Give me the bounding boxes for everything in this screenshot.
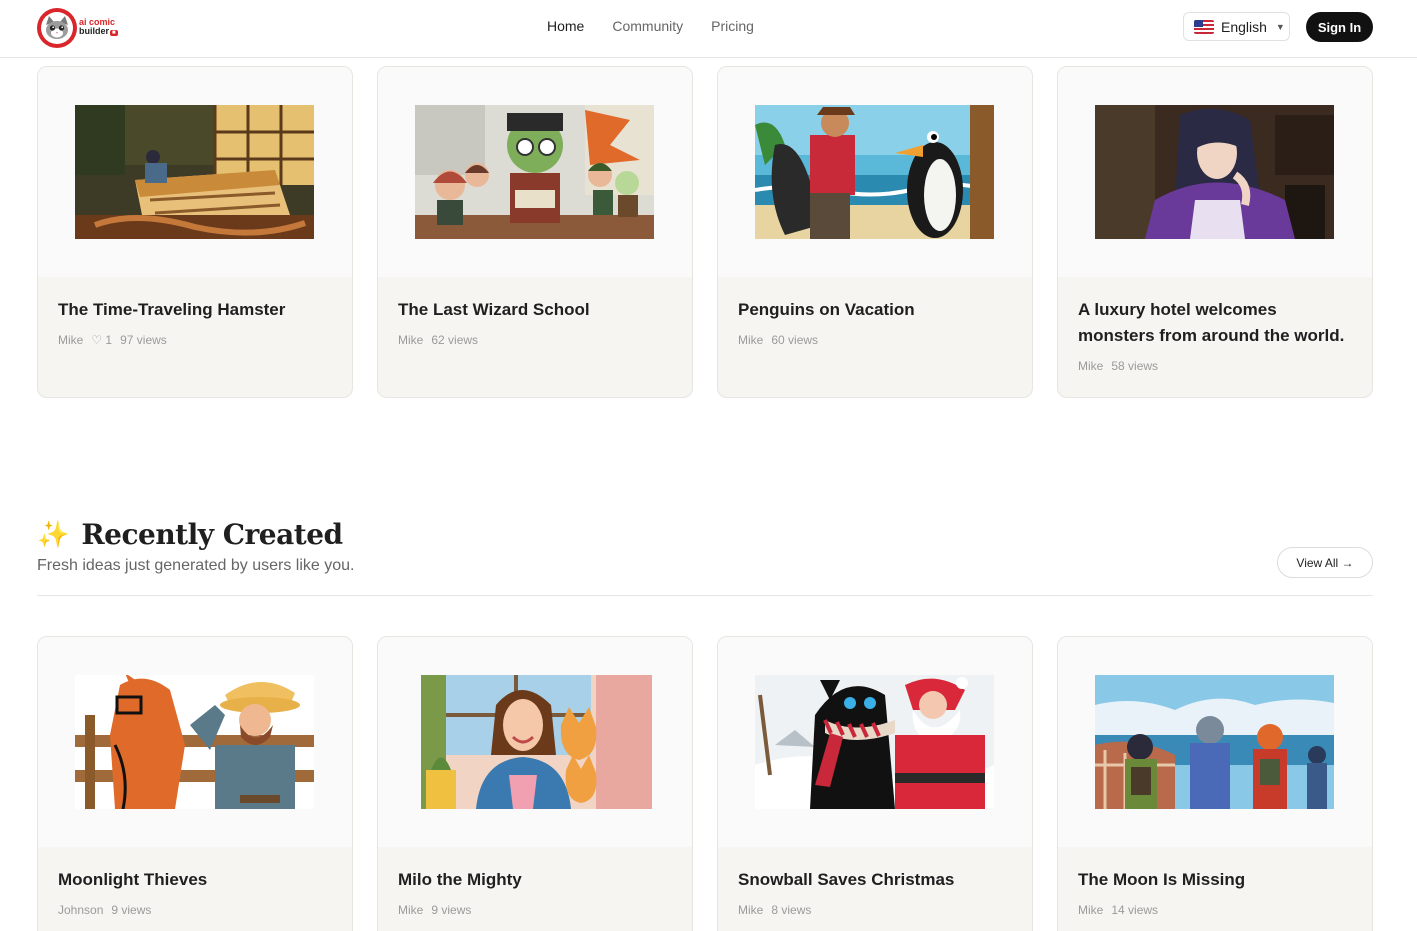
comic-title[interactable]: Milo the Mighty [398,867,672,893]
comic-meta: Mike 60 views [738,333,1012,347]
comic-meta: Johnson 9 views [58,903,332,917]
comic-cover-image[interactable] [415,105,654,239]
view-all-button[interactable]: View All → [1277,547,1373,578]
comic-title[interactable]: The Moon Is Missing [1078,867,1352,893]
comic-cover-image[interactable] [755,675,994,809]
nav-home[interactable]: Home [547,18,584,34]
recent-comics-grid: Moonlight Thieves Johnson 9 views Milo t… [37,636,1373,931]
comic-cover-area [718,67,1032,277]
comic-views: 58 views [1111,359,1159,373]
comic-cover-image[interactable] [1095,105,1334,239]
comic-cover-area [378,637,692,847]
comic-author[interactable]: Mike [738,903,763,917]
logo-tag-icon: ■ [110,30,118,36]
comic-meta: Mike ♡ 1 97 views [58,333,332,347]
comic-cover-area [378,67,692,277]
comic-card[interactable]: Moonlight Thieves Johnson 9 views [37,636,353,931]
language-selector[interactable]: English ▼ [1183,12,1290,41]
section-heading: ✨ Recently Created [37,518,343,551]
comic-cover-area [718,637,1032,847]
comic-title[interactable]: Penguins on Vacation [738,297,1012,323]
featured-comics-grid: The Time-Traveling Hamster Mike ♡ 1 97 v… [37,66,1373,398]
site-logo[interactable]: ai comic builder ■ [37,8,118,48]
comic-likes: ♡ 1 [91,333,113,347]
logo-wordmark: ai comic builder ■ [79,18,118,38]
comic-meta: Mike 14 views [1078,903,1352,917]
sparkle-icon: ✨ [37,519,70,549]
comic-meta: Mike 58 views [1078,359,1352,373]
comic-cover-image[interactable] [421,675,652,809]
comic-cover-image[interactable] [75,675,314,809]
nav-community[interactable]: Community [612,18,683,34]
comic-views: 9 views [111,903,152,917]
comic-views: 9 views [431,903,472,917]
comic-card[interactable]: A luxury hotel welcomes monsters from ar… [1057,66,1373,398]
comic-meta: Mike 62 views [398,333,672,347]
us-flag-icon [1194,19,1214,34]
comic-title[interactable]: Snowball Saves Christmas [738,867,1012,893]
comic-meta: Mike 8 views [738,903,1012,917]
section-subtitle: Fresh ideas just generated by users like… [37,557,355,574]
language-label: English [1221,18,1267,35]
comic-card[interactable]: The Last Wizard School Mike 62 views [377,66,693,398]
comic-views: 8 views [771,903,812,917]
comic-cover-image[interactable] [75,105,314,239]
comic-author[interactable]: Mike [58,333,83,347]
comic-author[interactable]: Mike [398,333,423,347]
comic-title[interactable]: Moonlight Thieves [58,867,332,893]
comic-author[interactable]: Mike [738,333,763,347]
comic-views: 60 views [771,333,819,347]
logo-line-2: builder [79,26,110,36]
comic-card[interactable]: The Moon Is Missing Mike 14 views [1057,636,1373,931]
comic-cover-area [38,637,352,847]
comic-views: 62 views [431,333,479,347]
comic-card[interactable]: Penguins on Vacation Mike 60 views [717,66,1033,398]
comic-author[interactable]: Mike [398,903,423,917]
comic-cover-area [1058,637,1372,847]
comic-card[interactable]: The Time-Traveling Hamster Mike ♡ 1 97 v… [37,66,353,398]
comic-title[interactable]: The Last Wizard School [398,297,672,323]
comic-meta: Mike 9 views [398,903,672,917]
comic-card[interactable]: Snowball Saves Christmas Mike 8 views [717,636,1033,931]
main-nav: Home Community Pricing [547,18,754,34]
section-title: Recently Created [81,518,343,551]
comic-author[interactable]: Mike [1078,903,1103,917]
comic-cover-image[interactable] [1095,675,1334,809]
cat-logo-icon [37,8,77,48]
comic-author[interactable]: Mike [1078,359,1103,373]
nav-pricing[interactable]: Pricing [711,18,754,34]
chevron-down-icon: ▼ [1275,21,1285,32]
comic-cover-area [1058,67,1372,277]
comic-title[interactable]: A luxury hotel welcomes monsters from ar… [1078,297,1352,349]
comic-views: 14 views [1111,903,1159,917]
comic-cover-area [38,67,352,277]
comic-card[interactable]: Milo the Mighty Mike 9 views [377,636,693,931]
comic-views: 97 views [120,333,167,347]
section-divider [37,595,1373,596]
comic-title[interactable]: The Time-Traveling Hamster [58,297,332,323]
sign-in-button[interactable]: Sign In [1306,12,1373,42]
comic-cover-image[interactable] [755,105,994,239]
top-header: ai comic builder ■ Home Community Pricing… [0,0,1417,58]
comic-author[interactable]: Johnson [58,903,103,917]
